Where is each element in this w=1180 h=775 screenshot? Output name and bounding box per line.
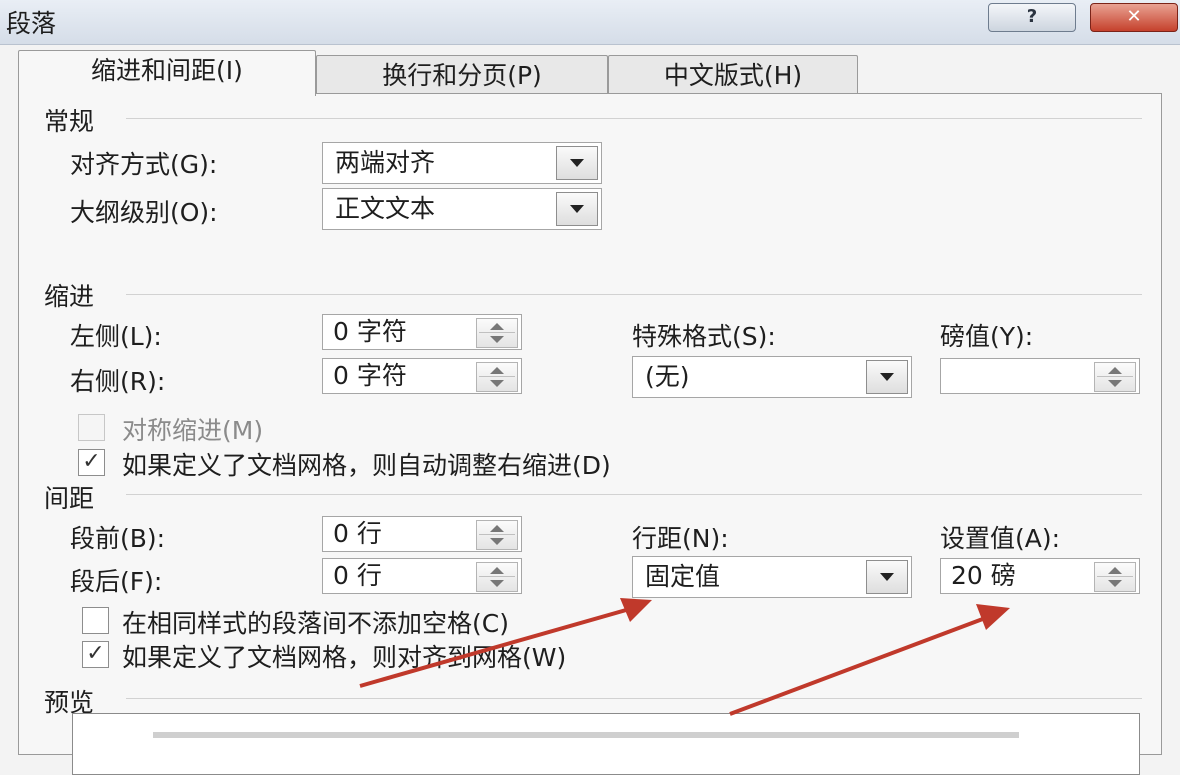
dropdown-arrow-icon[interactable]: [556, 192, 598, 226]
spin-up-icon[interactable]: [490, 323, 504, 330]
spin-buttons[interactable]: [476, 362, 518, 392]
indent-by-label: 磅值(Y):: [940, 322, 1034, 351]
spin-down-icon[interactable]: [490, 336, 504, 343]
outline-level-value: 正文文本: [335, 194, 436, 223]
spin-up-icon[interactable]: [490, 525, 504, 532]
outline-level-label: 大纲级别(O):: [70, 198, 218, 227]
spin-down-icon[interactable]: [490, 380, 504, 387]
space-before-value: 0 行: [333, 519, 382, 548]
spacing-heading: 间距: [44, 484, 95, 513]
dropdown-arrow-icon[interactable]: [866, 360, 908, 394]
line-spacing-value: 固定值: [645, 562, 721, 591]
divider: [126, 494, 1142, 495]
spin-down-icon[interactable]: [490, 538, 504, 545]
indent-heading: 缩进: [44, 282, 95, 311]
space-before-label: 段前(B):: [70, 524, 166, 553]
divider: [126, 118, 1142, 119]
spin-up-icon[interactable]: [490, 367, 504, 374]
spacing-at-value: 20 磅: [951, 561, 1016, 590]
line-spacing-select[interactable]: 固定值: [632, 556, 912, 598]
special-format-select[interactable]: (无): [632, 356, 912, 398]
tab-label: 中文版式(H): [663, 61, 803, 90]
tab-label: 换行和分页(P): [382, 61, 542, 90]
tab-label: 缩进和间距(I): [91, 56, 243, 85]
line-spacing-label: 行距(N):: [632, 524, 729, 553]
general-heading: 常规: [44, 107, 95, 136]
divider: [126, 698, 1142, 699]
auto-adjust-right-indent-checkbox[interactable]: ✓: [78, 449, 105, 476]
snap-to-grid-checkbox[interactable]: ✓: [82, 641, 109, 668]
preview-box: [72, 713, 1140, 775]
spin-buttons[interactable]: [476, 562, 518, 592]
indent-left-spinner[interactable]: 0 字符: [322, 314, 522, 350]
spin-down-icon[interactable]: [1108, 380, 1122, 387]
checkmark-icon: ✓: [82, 449, 101, 474]
outline-level-select[interactable]: 正文文本: [322, 188, 602, 230]
close-icon: ✕: [1126, 6, 1142, 27]
space-after-value: 0 行: [333, 561, 382, 590]
checkmark-icon: ✓: [86, 641, 105, 666]
divider: [126, 294, 1142, 295]
spin-down-icon[interactable]: [1108, 580, 1122, 587]
spin-up-icon[interactable]: [1108, 367, 1122, 374]
spacing-at-label: 设置值(A):: [940, 524, 1061, 553]
help-icon: ?: [1026, 6, 1038, 27]
spin-buttons[interactable]: [1094, 362, 1136, 392]
preview-text-line: [153, 732, 1019, 738]
spacing-at-spinner[interactable]: 20 磅: [940, 558, 1140, 594]
spin-buttons[interactable]: [476, 520, 518, 550]
window-title: 段落: [6, 9, 57, 38]
alignment-value: 两端对齐: [335, 148, 436, 177]
alignment-label: 对齐方式(G):: [70, 150, 218, 179]
dropdown-arrow-icon[interactable]: [556, 146, 598, 180]
tab-indent-spacing[interactable]: 缩进和间距(I): [18, 50, 316, 96]
indent-left-value: 0 字符: [333, 317, 407, 346]
tab-asian-typography[interactable]: 中文版式(H): [608, 55, 858, 96]
special-format-value: (无): [645, 362, 690, 391]
dropdown-arrow-icon[interactable]: [866, 560, 908, 594]
space-after-spinner[interactable]: 0 行: [322, 558, 522, 594]
close-button[interactable]: ✕: [1090, 3, 1178, 32]
indent-right-value: 0 字符: [333, 361, 407, 390]
help-button[interactable]: ?: [988, 3, 1076, 32]
mirror-indents-checkbox[interactable]: [78, 414, 105, 441]
mirror-indents-label: 对称缩进(M): [122, 416, 264, 445]
indent-left-label: 左侧(L):: [70, 322, 162, 351]
snap-to-grid-label: 如果定义了文档网格，则对齐到网格(W): [122, 643, 567, 672]
spin-up-icon[interactable]: [1108, 567, 1122, 574]
spin-up-icon[interactable]: [490, 567, 504, 574]
space-before-spinner[interactable]: 0 行: [322, 516, 522, 552]
special-format-label: 特殊格式(S):: [632, 322, 776, 351]
spin-down-icon[interactable]: [490, 580, 504, 587]
title-bar: 段落 ? ✕: [0, 0, 1180, 45]
space-after-label: 段后(F):: [70, 567, 163, 596]
alignment-select[interactable]: 两端对齐: [322, 142, 602, 184]
spin-buttons[interactable]: [1094, 562, 1136, 592]
indent-right-spinner[interactable]: 0 字符: [322, 358, 522, 394]
spin-buttons[interactable]: [476, 318, 518, 348]
tab-line-page-breaks[interactable]: 换行和分页(P): [316, 55, 608, 96]
indent-by-spinner[interactable]: [940, 358, 1140, 394]
no-space-same-style-label: 在相同样式的段落间不添加空格(C): [122, 609, 509, 638]
no-space-same-style-checkbox[interactable]: [82, 607, 109, 634]
auto-adjust-right-indent-label: 如果定义了文档网格，则自动调整右缩进(D): [122, 451, 611, 480]
indent-right-label: 右侧(R):: [70, 367, 166, 396]
